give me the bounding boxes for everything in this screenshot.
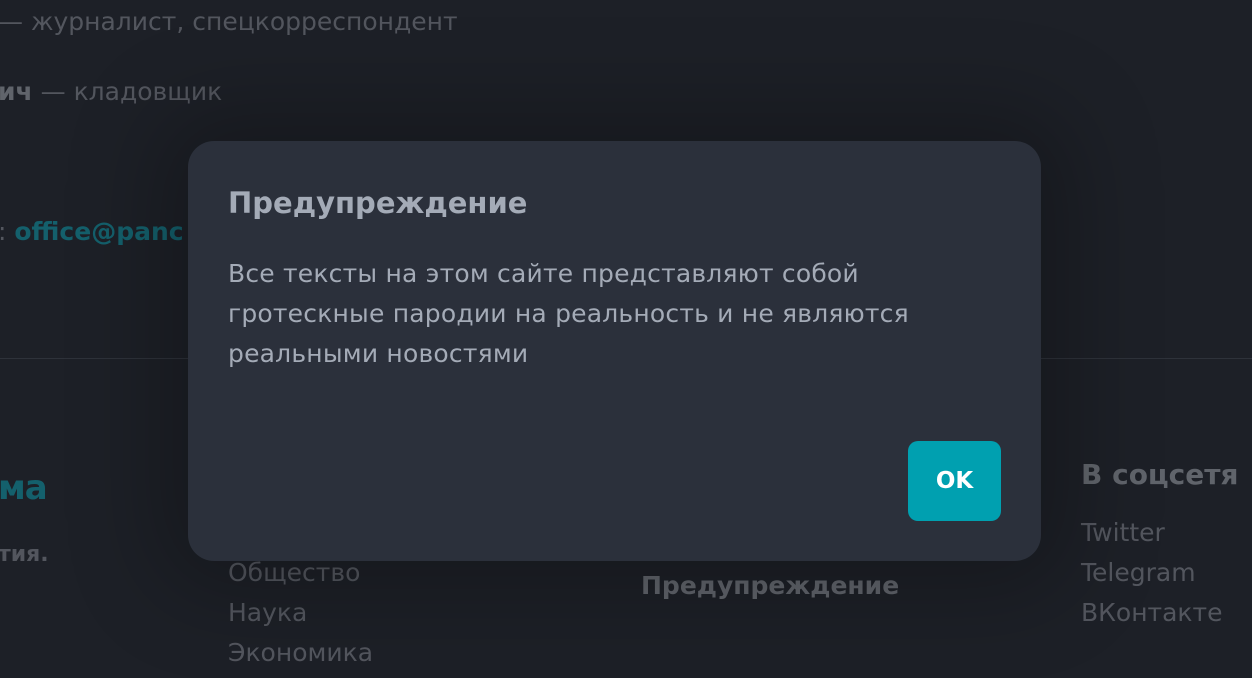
warning-modal: Предупреждение Все тексты на этом сайте … [188,141,1041,561]
modal-body-text: Все тексты на этом сайте представляют со… [228,259,909,368]
page: — журналист, спецкорреспондент ич — клад… [0,0,1252,678]
ok-button[interactable]: OK [908,441,1001,521]
modal-title: Предупреждение [228,186,528,220]
